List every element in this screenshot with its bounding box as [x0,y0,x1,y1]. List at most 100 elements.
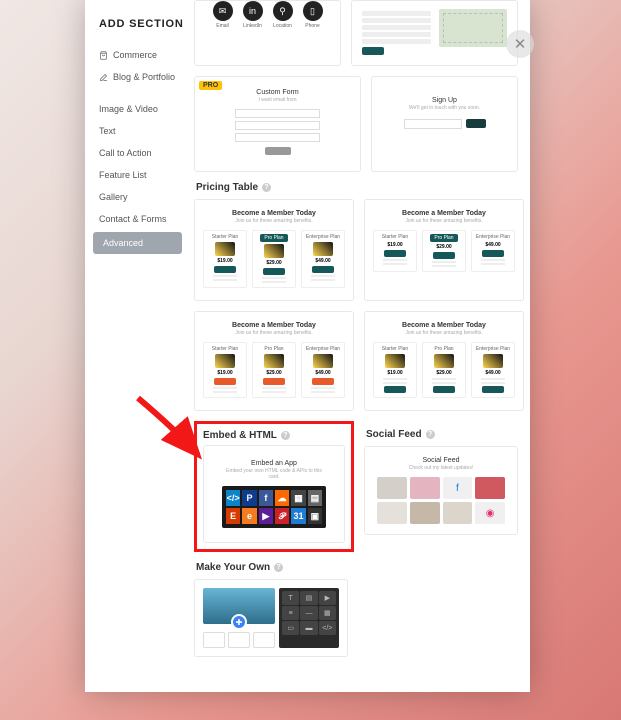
nav-label: Contact & Forms [99,214,167,224]
columns-icon: ▤ [300,591,317,605]
play-icon: ▶ [319,591,336,605]
map-form-preview [362,9,431,55]
eventbrite-icon: e [242,508,256,524]
text-icon: T [282,591,299,605]
nav-commerce[interactable]: Commerce [85,44,190,66]
icon-label: LinkedIn [243,23,263,29]
code-icon: </> [226,490,240,506]
paypal-icon: P [242,490,256,506]
template-pricing-1[interactable]: Become a Member Today Join us for these … [194,199,354,301]
generic-app-icon: ▤ [308,490,322,506]
mixcloud-icon: ▶ [259,508,273,524]
nav-contact[interactable]: Contact & Forms [85,208,190,230]
list-icon: ≡ [282,606,299,620]
nav-label: Text [99,126,116,136]
template-map-form[interactable] [351,0,518,66]
phone-icon: ▯ [303,1,323,21]
linkedin-icon: in [243,1,263,21]
section-gallery[interactable]: ✉ Email in LinkedIn ⚲ Location ▯ Phone [190,0,530,692]
card-title: Custom Form [223,89,332,96]
nav-label: Blog & Portfolio [113,72,175,82]
nav-label: Gallery [99,192,128,202]
template-make-your-own[interactable]: T ▤ ▶ ≡ — ▦ ▭ ▬ </> [194,579,348,657]
modal-title: ADD SECTION [99,18,190,30]
nav-label: Feature List [99,170,147,180]
pro-badge: PRO [199,81,222,90]
card-title: Social Feed [377,457,505,464]
send-button-preview [466,119,486,128]
embed-section-highlighted: Embed & HTML ? Embed an App Embed your o… [194,421,354,552]
category-embed: Embed & HTML ? [203,430,351,441]
add-section-modal: ✕ ADD SECTION Commerce Blog & Portfolio … [85,0,530,692]
card-title: Become a Member Today [373,210,515,217]
email-icon: ✉ [213,1,233,21]
help-icon[interactable]: ? [274,563,283,572]
nav-gallery[interactable]: Gallery [85,186,190,208]
template-custom-form[interactable]: PRO Custom Form I want email from [194,76,361,172]
generic-app-icon: ▦ [291,490,305,506]
template-social-feed[interactable]: Social Feed Check out my latest updates!… [364,446,518,535]
minus-icon: — [300,606,317,620]
icon-label: Location [273,23,293,29]
grid-icon: ▦ [319,606,336,620]
card-title: Become a Member Today [373,322,515,329]
app-tile-grid: </> P f ☁ ▦ ▤ E e ▶ 𝒫 31 ▣ [222,486,326,528]
nav-advanced[interactable]: Advanced [93,232,182,254]
category-social-feed: Social Feed ? [366,429,518,440]
calendar-icon: 31 [291,508,305,524]
location-icon: ⚲ [273,1,293,21]
nav-label: Advanced [103,238,143,248]
icon-label: Email [213,23,233,29]
nav-cta[interactable]: Call to Action [85,142,190,164]
pinterest-icon: 𝒫 [275,508,289,524]
nav-blog[interactable]: Blog & Portfolio [85,66,190,88]
category-pricing: Pricing Table ? [196,182,518,193]
nav-features[interactable]: Feature List [85,164,190,186]
help-icon[interactable]: ? [281,431,290,440]
card-subtitle: Join us for these amazing benefits. [203,330,345,336]
button-icon: ▬ [300,621,317,635]
card-subtitle: We'll get in touch with you soon. [390,105,499,111]
card-subtitle: I want email from [223,97,332,103]
card-subtitle: Join us for these amazing benefits. [203,218,345,224]
card-title: Become a Member Today [203,322,345,329]
image-placeholder [203,588,275,624]
card-subtitle: Embed your own HTML code & APIs to this … [222,468,326,480]
sidebar: ADD SECTION Commerce Blog & Portfolio Im… [85,0,190,692]
card-title: Become a Member Today [203,210,345,217]
template-social-icons[interactable]: ✉ Email in LinkedIn ⚲ Location ▯ Phone [194,0,341,66]
template-pricing-2[interactable]: Become a Member Today Join us for these … [364,199,524,301]
nav-text[interactable]: Text [85,120,190,142]
template-signup[interactable]: Sign Up We'll get in touch with you soon… [371,76,518,172]
close-button[interactable]: ✕ [506,30,534,58]
template-embed-app[interactable]: Embed an App Embed your own HTML code & … [203,445,345,543]
map-preview [439,9,508,47]
template-pricing-4[interactable]: Become a Member Today Join us for these … [364,311,524,411]
card-title: Embed an App [222,460,326,467]
code-icon: </> [319,621,336,635]
card-subtitle: Join us for these amazing benefits. [373,330,515,336]
feed-grid-preview: f ◉ [377,477,505,524]
card-title: Sign Up [390,97,499,104]
help-icon[interactable]: ? [426,430,435,439]
card-subtitle: Join us for these amazing benefits. [373,218,515,224]
template-pricing-3[interactable]: Become a Member Today Join us for these … [194,311,354,411]
nav-label: Image & Video [99,104,158,114]
icon-label: Phone [303,23,323,29]
email-input-preview [404,119,462,129]
generic-app-icon: ▣ [308,508,322,524]
etsy-icon: E [226,508,240,524]
help-icon[interactable]: ? [262,183,271,192]
widget-palette: T ▤ ▶ ≡ — ▦ ▭ ▬ </> [279,588,339,648]
submit-button-preview [265,147,291,155]
card-subtitle: Check out my latest updates! [377,465,505,471]
category-make-your-own: Make Your Own ? [196,562,518,573]
nav-image-video[interactable]: Image & Video [85,98,190,120]
image-icon: ▭ [282,621,299,635]
soundcloud-icon: ☁ [275,490,289,506]
edit-icon [99,73,108,82]
facebook-icon: f [259,490,273,506]
nav-label: Call to Action [99,148,152,158]
nav-label: Commerce [113,50,157,60]
submit-button-preview [362,47,384,55]
